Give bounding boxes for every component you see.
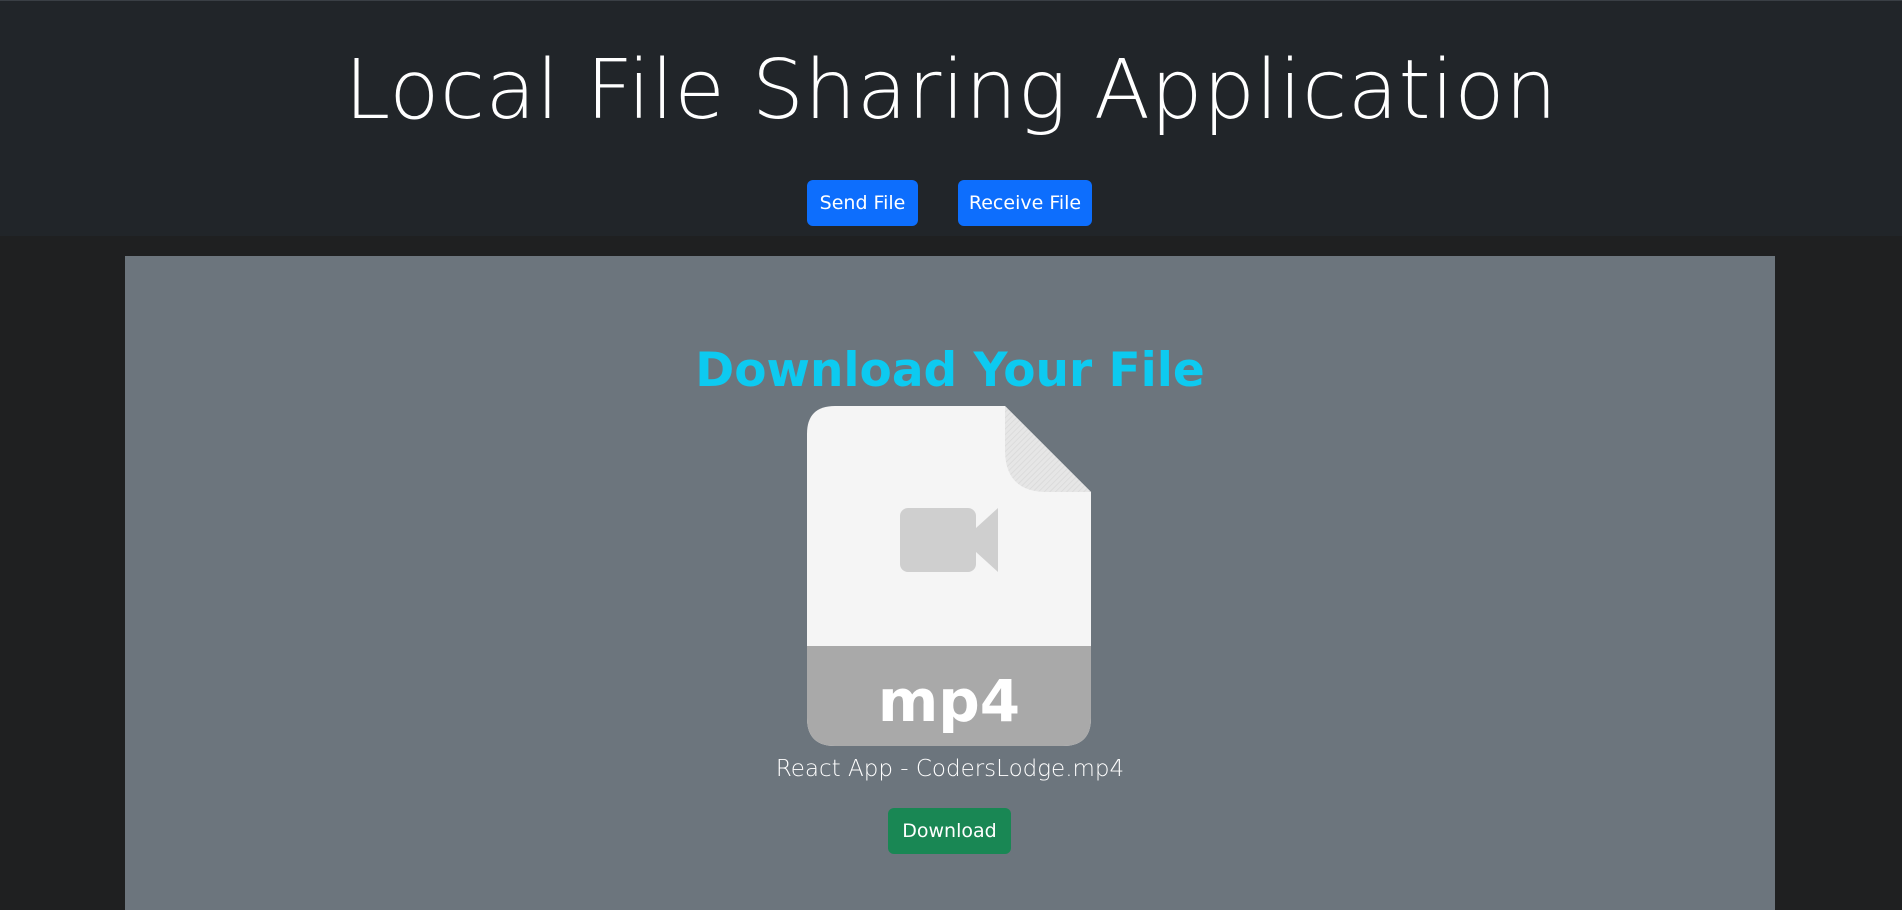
file-extension-label: mp4 bbox=[877, 667, 1021, 735]
receive-file-button[interactable]: Receive File bbox=[958, 180, 1092, 226]
download-heading: Download Your File bbox=[695, 343, 1205, 398]
app-header: Local File Sharing Application Send File… bbox=[0, 0, 1902, 236]
file-name: React App - CodersLodge.mp4 bbox=[775, 756, 1125, 782]
download-panel: Download Your File mp4 React App - Coder… bbox=[125, 256, 1775, 910]
download-button[interactable]: Download bbox=[888, 808, 1011, 854]
app-title: Local File Sharing Application bbox=[344, 43, 1558, 138]
send-file-button[interactable]: Send File bbox=[807, 180, 918, 226]
